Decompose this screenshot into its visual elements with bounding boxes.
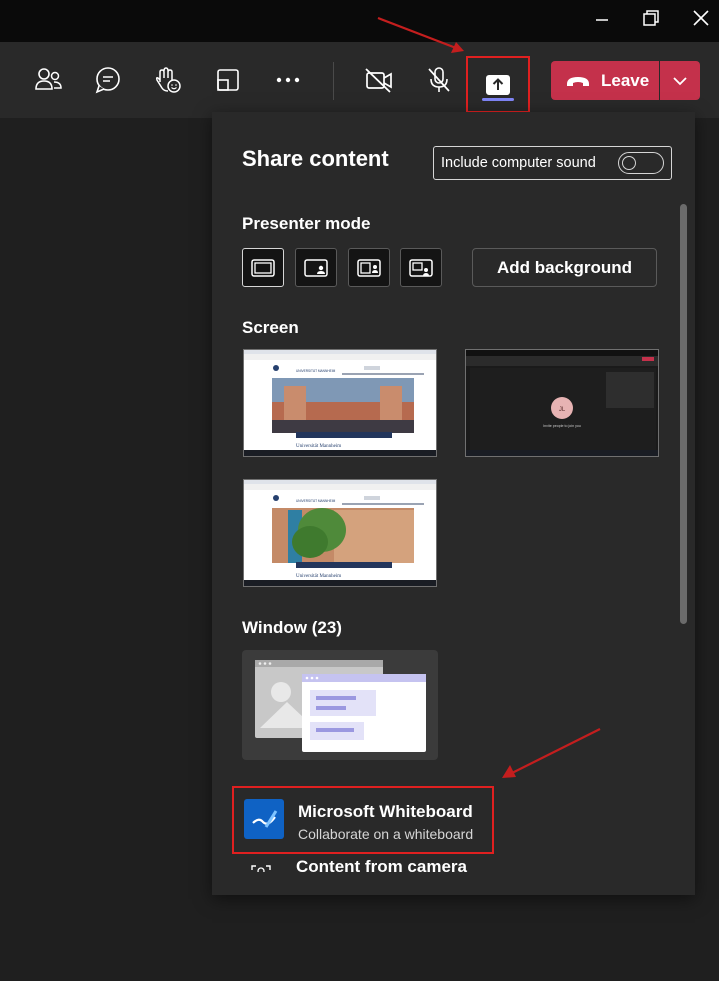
screen-3-brand: UNIVERSITÄT MANNHEIM (296, 499, 336, 503)
screen-3-thumbnail[interactable]: UNIVERSITÄT MANNHEIM Universität Mannhei… (243, 479, 437, 587)
meeting-toolbar: Leave (0, 42, 719, 118)
include-sound-label: Include computer sound (441, 155, 596, 171)
toggle-knob (622, 155, 636, 170)
window-illustration (255, 660, 426, 752)
add-background-button[interactable]: Add background (472, 248, 657, 287)
restore-icon[interactable] (637, 6, 665, 30)
chevron-down-icon (673, 76, 687, 85)
hang-up-icon (567, 76, 589, 86)
standout-icon[interactable] (295, 248, 337, 287)
raise-hand-icon[interactable] (144, 56, 192, 104)
window-browse-tile[interactable] (242, 650, 438, 760)
title-bar (0, 0, 719, 42)
screen-3-preview: UNIVERSITÄT MANNHEIM Universität Mannhei… (244, 480, 436, 586)
toolbar-divider (333, 62, 334, 100)
whiteboard-icon (244, 799, 284, 839)
side-by-side-icon[interactable] (348, 248, 390, 287)
share-icon (486, 74, 510, 95)
presenter-mode-heading: Presenter mode (242, 214, 371, 233)
camera-off-icon[interactable] (355, 56, 403, 104)
leave-label: Leave (601, 70, 650, 90)
screen-2-thumbnail[interactable]: JL Invite people to join you (465, 349, 659, 457)
screen-1-brand: UNIVERSITÄT MANNHEIM (296, 369, 336, 373)
toggle-switch[interactable] (618, 152, 664, 174)
screen-2-preview: JL Invite people to join you (466, 350, 658, 456)
chat-icon[interactable] (84, 56, 132, 104)
include-computer-sound-toggle[interactable]: Include computer sound (433, 146, 672, 180)
screen-1-preview: UNIVERSITÄT MANNHEIM Universität Mannhei… (244, 350, 436, 456)
window-heading: Window (23) (242, 618, 342, 637)
camera-content-icon (251, 865, 271, 872)
screen-1-thumbnail[interactable]: UNIVERSITÄT MANNHEIM Universität Mannhei… (243, 349, 437, 457)
screen-1-footer: Universität Mannheim (296, 444, 341, 449)
whiteboard-title: Microsoft Whiteboard (298, 802, 473, 821)
leave-button[interactable]: Leave (551, 61, 659, 100)
screen-heading: Screen (242, 318, 299, 337)
reporter-icon[interactable] (400, 248, 442, 287)
share-active-indicator (482, 98, 514, 101)
more-icon[interactable] (264, 56, 312, 104)
screen-2-caption: Invite people to join you (543, 424, 581, 428)
share-content-button[interactable] (466, 56, 530, 113)
whiteboard-subtitle: Collaborate on a whiteboard (298, 826, 474, 842)
camera-title: Content from camera (296, 858, 467, 872)
screen-2-avatar: JL (559, 407, 566, 413)
close-icon[interactable] (687, 6, 715, 30)
mic-off-icon[interactable] (415, 56, 463, 104)
screen-3-footer: Universität Mannheim (296, 574, 341, 579)
minimize-icon[interactable] (588, 6, 616, 30)
panel-scrollbar[interactable] (680, 204, 687, 624)
content-from-camera-item[interactable]: Content from camera (242, 858, 542, 872)
view-icon[interactable] (204, 56, 252, 104)
people-icon[interactable] (24, 56, 72, 104)
microsoft-whiteboard-item[interactable]: Microsoft Whiteboard Collaborate on a wh… (232, 786, 494, 854)
annotation-arrow-whiteboard (502, 728, 601, 778)
leave-options-button[interactable] (660, 61, 700, 100)
content-only-icon[interactable] (242, 248, 284, 287)
panel-title: Share content (242, 146, 389, 171)
annotation-arrow-share (377, 16, 464, 53)
share-content-panel: Share content Include computer sound Pre… (212, 112, 695, 895)
